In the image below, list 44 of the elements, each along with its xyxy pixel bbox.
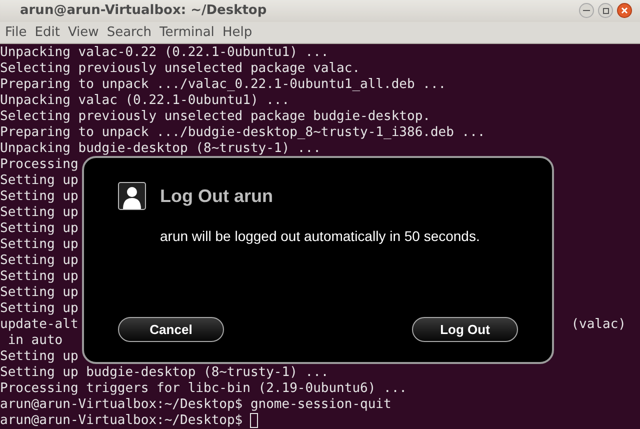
cancel-button[interactable]: Cancel (118, 317, 224, 342)
terminal-line: Setting up (0, 205, 78, 221)
terminal-line: Setting up (0, 173, 78, 189)
terminal-line: Selecting previously unselected package valac. (0, 61, 360, 77)
close-icon (621, 7, 628, 14)
terminal-line: Setting up (0, 221, 78, 237)
terminal-line: Preparing to unpack .../valac_0.22.1-0ubuntu1_all.deb ... (0, 77, 446, 93)
terminal-line: Processing triggers for libc-bin (2.19-0ubuntu6) ... (0, 381, 407, 397)
terminal-line: arun@arun-Virtualbox:~/Desktop$ gnome-session-quit (0, 397, 392, 413)
terminal-line: Processing (0, 157, 78, 173)
terminal-line: Setting up (0, 253, 78, 269)
terminal-line: Unpacking budgie-desktop (8~trusty-1) ... (0, 141, 321, 157)
terminal-line: Preparing to unpack .../budgie-desktop_8~trusty-1_i386.deb ... (0, 125, 486, 141)
terminal-line: arun@arun-Virtualbox:~/Desktop$ (0, 413, 244, 429)
user-icon (118, 182, 146, 210)
dialog-title: Log Out arun (160, 184, 273, 208)
terminal-line: Setting up (0, 269, 78, 285)
minimize-icon (583, 10, 590, 12)
close-button[interactable] (617, 3, 632, 18)
menu-item[interactable]: Search (104, 22, 154, 42)
terminal-line: Setting up budgie-desktop (8~trusty-1) ... (0, 365, 329, 381)
dialog-message: arun will be logged out automatically in 50 seconds. (160, 227, 481, 246)
cursor (250, 413, 258, 428)
window-title: arun@arun-Virtualbox: ~/Desktop (20, 2, 267, 20)
terminal-line: Setting up (0, 237, 78, 253)
terminal-line: Unpacking valac (0.22.1-0ubuntu1) ... (0, 93, 290, 109)
terminal-line: Selecting previously unselected package budgie-desktop. (0, 109, 430, 125)
terminal-line: Setting up (0, 349, 78, 365)
menu-item[interactable]: Help (219, 22, 256, 42)
terminal-line: Setting up (0, 301, 78, 317)
minimize-button[interactable] (579, 3, 594, 18)
terminal-line: (valac) (571, 317, 626, 333)
terminal-line: Setting up (0, 189, 78, 205)
maximize-button[interactable] (598, 3, 613, 18)
terminal-line: Unpacking valac-0.22 (0.22.1-0ubuntu1) ... (0, 45, 329, 61)
maximize-icon (602, 8, 608, 14)
menu-item[interactable]: Terminal (156, 22, 218, 42)
terminal-line: update-alt (0, 317, 78, 333)
menu-item[interactable]: Edit (32, 22, 63, 42)
menu-item[interactable]: File (2, 22, 30, 42)
terminal-line: Setting up (0, 285, 78, 301)
menu-item[interactable]: View (64, 22, 102, 42)
terminal-line: in auto (6, 333, 63, 349)
logout-button[interactable]: Log Out (412, 317, 518, 342)
